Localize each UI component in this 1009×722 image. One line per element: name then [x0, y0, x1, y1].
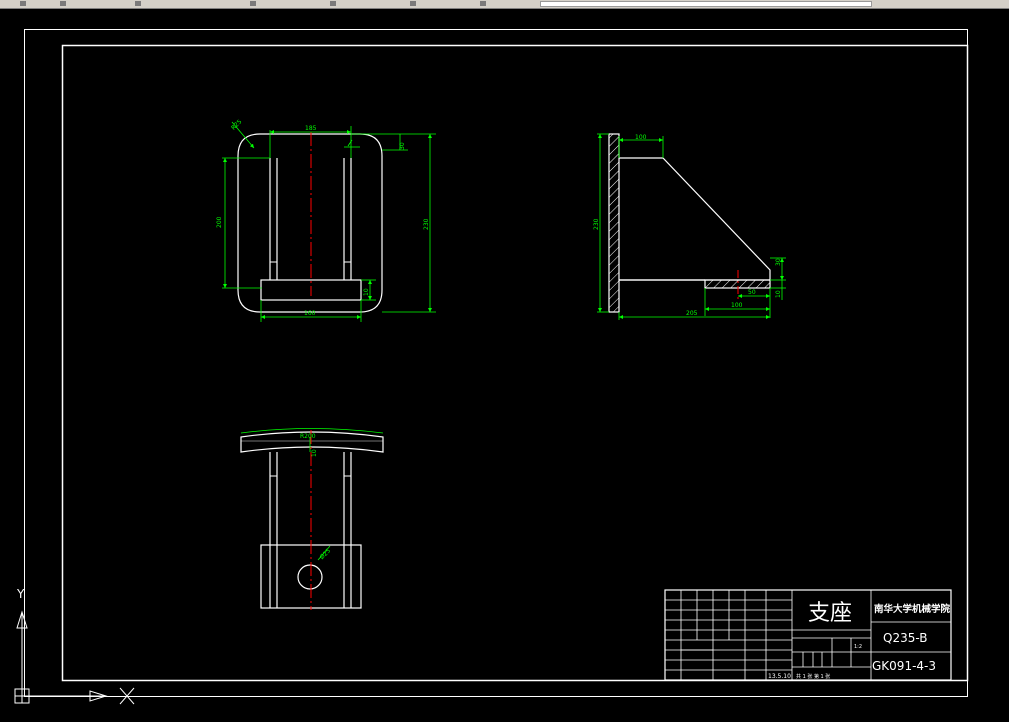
- title-scale: 1:2: [854, 644, 862, 650]
- dim-side-base-hole: 50: [748, 289, 756, 296]
- dim-side-right-top: 30: [775, 258, 782, 266]
- title-institution: 南华大学机械学院: [874, 603, 951, 615]
- title-drawing-number: GK091-4-3: [872, 659, 936, 673]
- dim-front-right-top: 30: [399, 142, 406, 150]
- dim-front-base-width: 160: [304, 310, 316, 317]
- dim-side-base-height: 10: [775, 290, 782, 298]
- drawing-canvas[interactable]: 185 R25 200 230 30 10 160 100 230 30 10 …: [0, 8, 1009, 722]
- layer-dropdown[interactable]: [540, 1, 872, 7]
- dim-top-radius: R200: [300, 433, 316, 440]
- dim-side-base-width: 100: [731, 302, 743, 309]
- toolbar-icon[interactable]: [135, 1, 141, 6]
- toolbar-icon[interactable]: [410, 1, 416, 6]
- title-sheet-info: 共 1 张 第 1 张: [796, 673, 830, 680]
- dim-side-left-height: 230: [593, 218, 600, 230]
- ucs-y-label: Y: [16, 587, 25, 601]
- dim-top-thickness: 10: [311, 449, 318, 457]
- title-part-name: 支座: [808, 601, 852, 626]
- title-material: Q235-B: [883, 631, 927, 645]
- title-date: 13.5.10: [768, 673, 791, 680]
- side-wall-hatch: [608, 133, 620, 313]
- dim-front-total-height: 230: [423, 218, 430, 230]
- toolbar-icon[interactable]: [250, 1, 256, 6]
- side-profile: [619, 157, 771, 281]
- dim-front-base-height: 10: [363, 288, 370, 296]
- top-hole: [297, 564, 323, 590]
- toolbar-icon[interactable]: [20, 1, 26, 6]
- toolbar-icon[interactable]: [480, 1, 486, 6]
- ucs-icon: [14, 610, 135, 705]
- dim-front-radius: R25: [230, 118, 243, 131]
- dim-side-top-width: 100: [635, 134, 647, 141]
- dim-front-left-height: 200: [216, 216, 223, 228]
- top-view: R200 10 Ø25: [240, 428, 384, 610]
- toolbar-icon[interactable]: [60, 1, 66, 6]
- toolbar-icon[interactable]: [330, 1, 336, 6]
- dim-top-hole: Ø25: [318, 547, 332, 561]
- outer-sheet-border: [24, 29, 968, 697]
- side-view: 100 230 30 10 50 100 205: [593, 133, 786, 320]
- dim-side-total-width: 205: [686, 310, 698, 317]
- front-view-outline: [237, 133, 383, 313]
- dim-front-top-width: 185: [305, 125, 317, 132]
- front-view: 185 R25 200 230 30 10 160: [216, 118, 436, 322]
- inner-sheet-border: [61, 44, 969, 682]
- top-base-plate: [260, 544, 362, 609]
